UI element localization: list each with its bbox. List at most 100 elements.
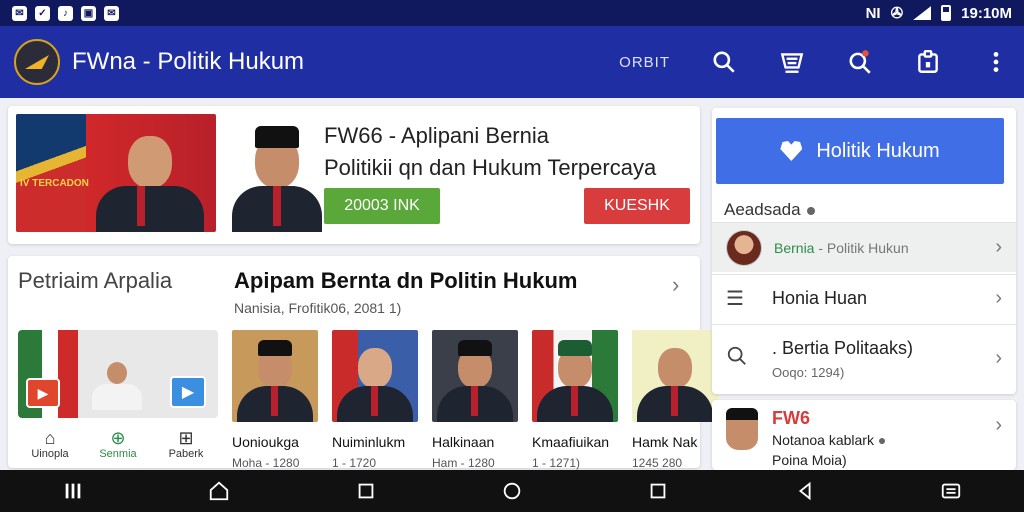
list-item[interactable]: . Bertia Politaaks) Ooqo: 1294) › — [712, 324, 1016, 392]
red-action-button[interactable]: KUESHK — [584, 188, 690, 224]
dot-icon: ● — [877, 432, 887, 448]
check-icon: ✓ — [35, 5, 50, 21]
list-item-title: . Bertia Politaaks) — [772, 337, 914, 358]
status-bar: ✉ ✓ ♪ ▣ ✉ NI ✇ 19:10M — [0, 0, 1024, 26]
mini-nav-label: Uinopla — [31, 448, 69, 460]
mini-nav-item[interactable]: ⊞ Paberk — [154, 428, 218, 460]
clipboard-icon[interactable] — [914, 48, 942, 76]
home-icon[interactable] — [207, 479, 231, 503]
bag-icon: ⊕ — [110, 428, 126, 448]
system-nav-bar — [0, 470, 1024, 512]
recents-icon[interactable] — [61, 479, 85, 503]
circle-home-icon[interactable] — [500, 479, 524, 503]
profile-card[interactable]: Nuiminlukm 1 - 1720 — [332, 330, 418, 470]
search-icon — [726, 345, 748, 373]
back-icon[interactable] — [793, 479, 817, 503]
politician-photo — [226, 114, 326, 232]
profile-thumbnails: Uonioukga Moha - 1280 Nuiminlukm 1 - 172… — [232, 330, 718, 470]
profile-name: Nuiminlukm — [332, 434, 406, 450]
profile-card[interactable]: Halkinaan Ham - 1280 — [432, 330, 518, 470]
green-action-button[interactable]: 20003 INK — [324, 188, 440, 224]
chevron-right-icon[interactable]: › — [995, 347, 1002, 370]
right-panel-label-text: Aeadsada — [724, 200, 801, 219]
section-title[interactable]: Apipam Bernta dn Politin Hukum — [234, 268, 577, 294]
profile-name: Halkinaan — [432, 434, 495, 450]
search-icon[interactable] — [710, 48, 738, 76]
banner-image-caption: IV TERCADON — [20, 178, 89, 189]
music-icon: ♪ — [58, 5, 73, 21]
clock: 19:10M — [961, 4, 1012, 22]
news-section: Petriaim Arpalia Apipam Bernta dn Politi… — [8, 256, 718, 470]
avatar — [722, 408, 762, 456]
banner-title-line1: FW66 - Aplipani Bernia — [324, 123, 549, 148]
mini-nav: ⌂ Uinopla ⊕ Senmia ⊞ Paberk — [18, 428, 218, 460]
app-bar-label[interactable]: ORBIT — [619, 54, 670, 71]
avatar — [726, 229, 762, 266]
search-notification-icon[interactable] — [846, 48, 874, 76]
list-item[interactable]: Bernia - Politik Hukun › — [712, 222, 1016, 272]
app-title: FWna - Politik Hukum — [72, 48, 305, 75]
cart-icon[interactable] — [778, 48, 806, 76]
image-icon: ▣ — [81, 5, 96, 21]
profile-card[interactable]: Kmaafiuikan 1 - 1271) — [532, 330, 618, 470]
profile-name: Kmaafiuikan — [532, 434, 610, 450]
mini-nav-item[interactable]: ⌂ Uinopla — [18, 428, 82, 460]
shield-heart-icon — [780, 141, 803, 161]
list-item-text: Honia Huan — [772, 288, 868, 308]
profile-photo — [432, 330, 518, 422]
profile-photo — [632, 330, 718, 422]
news-card-line1-text: Notanoa kablark — [772, 432, 874, 448]
news-card[interactable]: FW6 Notanoa kablark ● Poina Moia) › — [712, 400, 1016, 470]
politik-hukum-button-label: Holitik Hukum — [816, 139, 940, 162]
right-panel: Holitik Hukum Aeadsada Bernia - Politik … — [712, 108, 1016, 394]
mail-icon: ✉ — [104, 5, 119, 21]
list-icon: ☰ — [726, 288, 744, 310]
chevron-right-icon[interactable]: › — [995, 287, 1002, 310]
featured-banner[interactable]: IV TERCADON FW66 - Aplipani Bernia Polit… — [8, 106, 700, 244]
wifi-icon: ✇ — [890, 5, 904, 22]
right-panel-label: Aeadsada — [724, 200, 815, 220]
profile-meta: 1 - 1720 — [332, 456, 377, 470]
profile-card[interactable]: Hamk Nak 1245 280 — [632, 330, 718, 470]
profile-meta: 1 - 1271) — [532, 456, 581, 470]
square-icon[interactable] — [354, 479, 378, 503]
list-item-text: - Politik Hukun — [814, 239, 909, 256]
chevron-right-icon[interactable]: › — [995, 236, 1002, 259]
profile-name: Uonioukga — [232, 434, 299, 450]
profile-photo — [532, 330, 618, 422]
profile-photo — [232, 330, 318, 422]
profile-meta: Moha - 1280 — [232, 456, 300, 470]
mini-nav-item[interactable]: ⊕ Senmia — [86, 428, 150, 460]
home-icon: ⌂ — [44, 428, 56, 448]
list-item[interactable]: ☰ Honia Huan › — [712, 274, 1016, 322]
list-item-subtitle: Ooqo: 1294) — [772, 364, 845, 380]
profile-meta: 1245 280 — [632, 456, 683, 470]
news-card-line1: Notanoa kablark ● — [772, 432, 886, 448]
square-icon[interactable] — [646, 479, 670, 503]
signal-icon — [913, 6, 932, 20]
mini-nav-label: Senmia — [99, 448, 137, 460]
dot-icon — [806, 206, 815, 215]
banner-title: FW66 - Aplipani Bernia Politikii qn dan … — [324, 120, 656, 184]
battery-icon — [941, 5, 952, 21]
chevron-right-icon[interactable]: › — [672, 272, 679, 298]
profile-card[interactable]: Uonioukga Moha - 1280 — [232, 330, 318, 470]
banner-title-line2: Politikii qn dan Hukum Terpercaya — [324, 155, 657, 180]
network-label: NI — [865, 4, 881, 22]
video-thumbnail[interactable]: ▶ ▶ — [18, 330, 218, 418]
more-menu-icon[interactable] — [982, 48, 1010, 76]
play-icon[interactable]: ▶ — [26, 378, 60, 408]
chevron-right-icon[interactable]: › — [995, 414, 1002, 437]
profile-photo — [332, 330, 418, 422]
app-logo[interactable] — [14, 39, 60, 85]
notification-icon: ✉ — [12, 5, 27, 21]
play-icon[interactable]: ▶ — [170, 376, 206, 408]
profile-name: Hamk Nak — [632, 434, 698, 450]
keyboard-icon[interactable] — [939, 479, 963, 503]
banner-image: IV TERCADON — [16, 114, 216, 232]
section-label: Petriaim Arpalia — [18, 268, 173, 293]
list-item-accent: Bernia — [774, 239, 815, 256]
news-card-line2: Poina Moia) — [772, 452, 847, 468]
profile-meta: Ham - 1280 — [432, 456, 495, 470]
politik-hukum-button[interactable]: Holitik Hukum — [716, 118, 1004, 184]
